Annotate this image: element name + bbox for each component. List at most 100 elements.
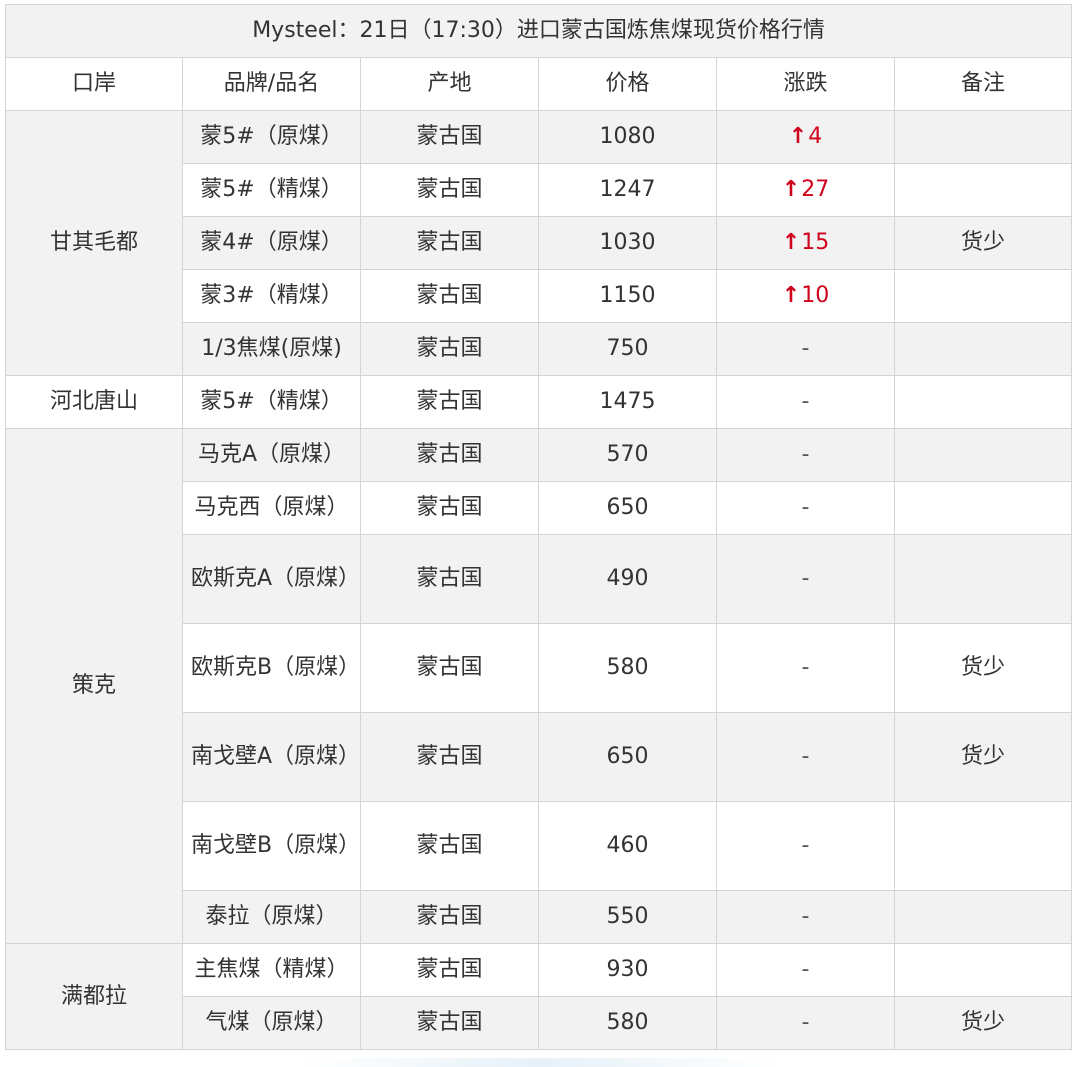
note-cell (893, 890, 1073, 944)
brand-cell: 蒙4#（原煤） (182, 216, 361, 270)
change-cell: ↑4 (716, 110, 895, 164)
port-cell: 策克 (5, 428, 183, 944)
change-value: 15 (801, 230, 830, 255)
bottom-divider (300, 1058, 780, 1067)
origin-cell: 蒙古国 (360, 216, 539, 270)
up-arrow-icon: ↑ (781, 177, 801, 202)
brand-cell: 蒙5#（精煤） (182, 163, 361, 217)
note-cell (893, 322, 1073, 376)
brand-cell: 泰拉（原煤） (182, 890, 361, 944)
port-cell: 满都拉 (5, 943, 183, 1050)
price-cell: 1150 (538, 269, 717, 323)
origin-cell: 蒙古国 (360, 163, 539, 217)
change-cell: - (716, 943, 895, 997)
change-cell: - (716, 712, 895, 802)
change-cell: ↑15 (716, 216, 895, 270)
up-arrow-icon: ↑ (781, 283, 801, 308)
header-row: 口岸 品牌/品名 产地 价格 涨跌 备注 (5, 57, 1073, 111)
change-cell: - (716, 428, 895, 482)
change-cell: - (716, 481, 895, 535)
change-cell: - (716, 322, 895, 376)
origin-cell: 蒙古国 (360, 996, 539, 1050)
note-cell (893, 534, 1073, 624)
change-cell: - (716, 623, 895, 713)
change-value: 10 (801, 283, 830, 308)
port-cell: 河北唐山 (5, 375, 183, 429)
brand-cell: 马克西（原煤） (182, 481, 361, 535)
origin-cell: 蒙古国 (360, 890, 539, 944)
price-cell: 750 (538, 322, 717, 376)
change-cell: ↑10 (716, 269, 895, 323)
note-cell (893, 943, 1073, 997)
price-cell: 650 (538, 481, 717, 535)
brand-cell: 蒙5#（原煤） (182, 110, 361, 164)
brand-cell: 蒙3#（精煤） (182, 269, 361, 323)
price-cell: 1475 (538, 375, 717, 429)
price-cell: 650 (538, 712, 717, 802)
up-arrow-icon: ↑ (781, 230, 801, 255)
origin-cell: 蒙古国 (360, 943, 539, 997)
header-note: 备注 (893, 57, 1073, 111)
brand-cell: 欧斯克B（原煤） (182, 623, 361, 713)
price-cell: 1030 (538, 216, 717, 270)
header-brand: 品牌/品名 (182, 57, 361, 111)
origin-cell: 蒙古国 (360, 623, 539, 713)
price-cell: 570 (538, 428, 717, 482)
table-row: 满都拉 主焦煤（精煤） 蒙古国 930 - (5, 943, 1073, 1050)
price-cell: 550 (538, 890, 717, 944)
table-row: 策克 马克A（原煤） 蒙古国 570 - (5, 428, 1073, 944)
change-value: 27 (801, 177, 830, 202)
origin-cell: 蒙古国 (360, 801, 539, 891)
header-price: 价格 (538, 57, 717, 111)
header-port: 口岸 (5, 57, 183, 111)
note-cell (893, 801, 1073, 891)
note-cell (893, 481, 1073, 535)
table-row: 河北唐山 蒙5#（精煤） 蒙古国 1475 - (5, 375, 1073, 429)
origin-cell: 蒙古国 (360, 712, 539, 802)
origin-cell: 蒙古国 (360, 269, 539, 323)
up-arrow-icon: ↑ (788, 124, 808, 149)
origin-cell: 蒙古国 (360, 322, 539, 376)
change-cell: ↑27 (716, 163, 895, 217)
note-cell (893, 428, 1073, 482)
brand-cell: 南戈壁B（原煤） (182, 801, 361, 891)
price-cell: 580 (538, 623, 717, 713)
change-cell: - (716, 534, 895, 624)
origin-cell: 蒙古国 (360, 375, 539, 429)
change-cell: - (716, 801, 895, 891)
note-cell (893, 163, 1073, 217)
header-change: 涨跌 (716, 57, 895, 111)
price-cell: 1080 (538, 110, 717, 164)
origin-cell: 蒙古国 (360, 110, 539, 164)
note-cell: 货少 (893, 996, 1073, 1050)
price-cell: 580 (538, 996, 717, 1050)
table-row: 甘其毛都 蒙5#（原煤） 蒙古国 1080 ↑4 (5, 110, 1073, 376)
port-cell: 甘其毛都 (5, 110, 183, 376)
origin-cell: 蒙古国 (360, 534, 539, 624)
note-cell (893, 375, 1073, 429)
brand-cell: 气煤（原煤） (182, 996, 361, 1050)
price-table: Mysteel：21日（17:30）进口蒙古国炼焦煤现货价格行情 口岸 品牌/品… (4, 4, 1073, 1050)
header-origin: 产地 (360, 57, 539, 111)
note-cell: 货少 (893, 216, 1073, 270)
table-title: Mysteel：21日（17:30）进口蒙古国炼焦煤现货价格行情 (4, 4, 1073, 58)
change-value: 4 (808, 124, 823, 149)
brand-cell: 蒙5#（精煤） (182, 375, 361, 429)
brand-cell: 南戈壁A（原煤） (182, 712, 361, 802)
origin-cell: 蒙古国 (360, 428, 539, 482)
brand-cell: 欧斯克A（原煤） (182, 534, 361, 624)
note-cell: 货少 (893, 712, 1073, 802)
change-cell: - (716, 375, 895, 429)
price-cell: 490 (538, 534, 717, 624)
change-cell: - (716, 996, 895, 1050)
price-cell: 460 (538, 801, 717, 891)
brand-cell: 1/3焦煤(原煤) (182, 322, 361, 376)
note-cell (893, 110, 1073, 164)
note-cell: 货少 (893, 623, 1073, 713)
origin-cell: 蒙古国 (360, 481, 539, 535)
price-cell: 1247 (538, 163, 717, 217)
brand-cell: 马克A（原煤） (182, 428, 361, 482)
note-cell (893, 269, 1073, 323)
change-cell: - (716, 890, 895, 944)
brand-cell: 主焦煤（精煤） (182, 943, 361, 997)
